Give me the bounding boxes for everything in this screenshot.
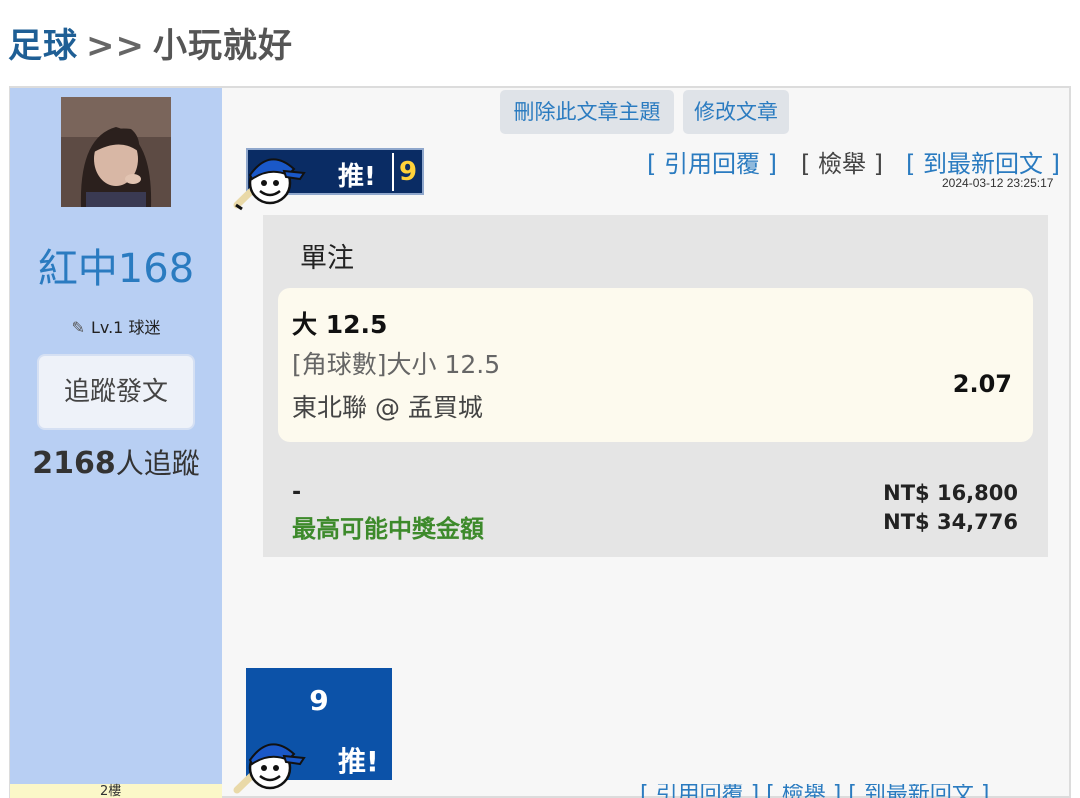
avatar[interactable] bbox=[61, 97, 171, 207]
breadcrumb-separator: >> bbox=[86, 26, 145, 66]
vote-count: 9 bbox=[309, 684, 329, 717]
followers-suffix: 人追蹤 bbox=[115, 447, 200, 480]
latest-reply-link[interactable]: [ 到最新回文 ] bbox=[906, 144, 1060, 179]
page-title: 小玩就好 bbox=[152, 26, 293, 66]
stake-amount: NT$ 16,800 bbox=[883, 481, 1018, 505]
bet-odds: 2.07 bbox=[952, 370, 1012, 398]
username[interactable]: 紅中168 bbox=[10, 236, 222, 294]
max-payout-amount: NT$ 34,776 bbox=[883, 510, 1018, 534]
baseball-mascot-icon bbox=[233, 158, 306, 211]
board-link[interactable]: 足球 bbox=[8, 26, 78, 66]
bet-market: [角球數]大小 12.5 bbox=[292, 350, 501, 379]
followers-number: 2168 bbox=[32, 446, 116, 481]
delete-topic-button[interactable]: 刪除此文章主題 bbox=[500, 90, 674, 134]
bet-match: 東北聯 @ 孟買城 bbox=[292, 393, 483, 422]
report-link[interactable]: [ 檢舉 ] bbox=[801, 144, 883, 179]
follow-button[interactable]: 追蹤發文 bbox=[37, 354, 195, 430]
baseball-mascot-icon bbox=[233, 743, 306, 794]
user-level-text: Lv.1 球迷 bbox=[90, 318, 161, 337]
max-payout-label: 最高可能中獎金額 bbox=[292, 515, 484, 543]
quote-reply-link[interactable]: [ 引用回覆 ] bbox=[647, 144, 777, 179]
followers-count: 2168人追蹤 bbox=[10, 442, 222, 482]
breadcrumb: 足球 >> 小玩就好 bbox=[8, 18, 293, 67]
bet-pick: 大 12.5 bbox=[292, 310, 388, 339]
pencil-icon: ✎ bbox=[71, 318, 85, 337]
push-label: 推! bbox=[338, 162, 376, 192]
bet-type: 單注 bbox=[300, 243, 354, 274]
push-count: 9 bbox=[392, 153, 422, 191]
floor-number: 2樓 bbox=[100, 784, 122, 798]
next-floor-actions[interactable]: [ 引用回覆 ] [ 檢舉 ] [ 到最新回文 ] bbox=[640, 784, 989, 798]
stake-label: - bbox=[292, 480, 302, 505]
post-timestamp: 2024-03-12 23:25:17 bbox=[942, 176, 1054, 190]
user-level: ✎ Lv.1 球迷 bbox=[10, 314, 222, 338]
vote-label: 推! bbox=[338, 745, 379, 778]
edit-post-button[interactable]: 修改文章 bbox=[683, 90, 789, 134]
